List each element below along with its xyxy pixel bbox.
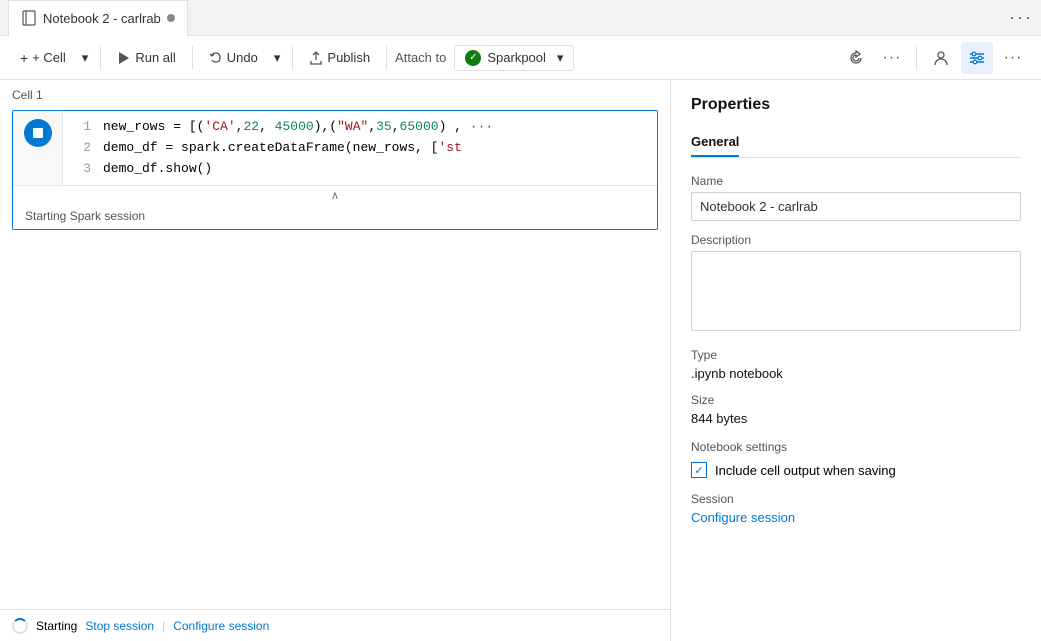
title-bar: Notebook 2 - carlrab ··· — [0, 0, 1041, 36]
checkbox-label: Include cell output when saving — [715, 463, 896, 478]
cell-dropdown-button[interactable]: ▾ — [78, 46, 93, 70]
run-all-icon — [117, 51, 131, 65]
publish-label: Publish — [327, 50, 370, 65]
publish-icon — [309, 51, 323, 65]
publish-button[interactable]: Publish — [301, 46, 378, 69]
type-label: Type — [691, 348, 1021, 362]
sep1 — [100, 46, 101, 70]
cell-gutter: 1 new_rows = [('CA',22, 45000),("WA",35,… — [13, 111, 657, 185]
refresh-icon — [848, 50, 864, 66]
name-input[interactable] — [691, 192, 1021, 221]
sparkpool-label: Sparkpool — [487, 50, 546, 65]
user-icon-button[interactable] — [925, 42, 957, 74]
cell-chevron-icon: ▾ — [82, 50, 89, 66]
main-area: Cell 1 1 new_rows = [('CA',22, 45000),("… — [0, 80, 1041, 641]
notebook-area: Cell 1 1 new_rows = [('CA',22, 45000),("… — [0, 80, 671, 641]
sep2 — [192, 46, 193, 70]
panel-tabs: General — [691, 128, 1021, 158]
undo-button[interactable]: Undo — [201, 46, 266, 69]
configure-session-link[interactable]: Configure session — [691, 510, 795, 525]
name-label: Name — [691, 174, 1021, 188]
stop-session-link[interactable]: Stop session — [85, 619, 154, 633]
cell-container: 1 new_rows = [('CA',22, 45000),("WA",35,… — [12, 110, 658, 230]
undo-label: Undo — [227, 50, 258, 65]
unsaved-dot — [167, 14, 175, 22]
undo-icon — [209, 51, 223, 65]
size-value: 844 bytes — [691, 411, 1021, 426]
sparkpool-chevron-icon: ▾ — [557, 50, 564, 66]
loading-spinner — [12, 618, 28, 634]
code-line-3: 3 demo_df.show() — [75, 159, 645, 180]
toolbar: + + Cell ▾ Run all Undo ▾ Publish Attach… — [0, 36, 1041, 80]
sep4 — [386, 46, 387, 70]
session-status-text: Starting Spark session — [25, 209, 145, 223]
properties-panel: Properties General Name Description Type… — [671, 80, 1041, 641]
description-input[interactable] — [691, 251, 1021, 331]
cell-collapse-bar[interactable]: ∧ — [13, 185, 657, 205]
configure-session-link-bottom[interactable]: Configure session — [173, 619, 269, 633]
overflow-menu-button[interactable]: ··· — [997, 42, 1029, 74]
cell-status: Starting Spark session — [13, 205, 657, 229]
code-line-1: 1 new_rows = [('CA',22, 45000),("WA",35,… — [75, 117, 645, 138]
more-icon: ··· — [883, 49, 902, 67]
notebook-icon — [21, 10, 37, 26]
spark-status-icon — [465, 50, 481, 66]
run-all-button[interactable]: Run all — [109, 46, 183, 69]
status-bar: Starting Stop session | Configure sessio… — [0, 609, 670, 641]
starting-text: Starting — [36, 619, 77, 633]
user-icon — [931, 48, 951, 68]
plus-icon: + — [20, 50, 28, 66]
sep5 — [916, 46, 917, 70]
add-cell-button[interactable]: + + Cell — [12, 46, 74, 70]
collapse-icon: ∧ — [331, 190, 339, 202]
attach-to-label: Attach to — [395, 50, 446, 65]
run-btn-area — [13, 111, 63, 185]
settings-panel-button[interactable] — [961, 42, 993, 74]
code-editor[interactable]: 1 new_rows = [('CA',22, 45000),("WA",35,… — [63, 111, 657, 185]
checkbox-row: Include cell output when saving — [691, 462, 1021, 478]
code-line-2: 2 demo_df = spark.createDataFrame(new_ro… — [75, 138, 645, 159]
type-value: .ipynb notebook — [691, 366, 1021, 381]
stop-icon — [33, 128, 43, 138]
overflow-icon: ··· — [1004, 49, 1023, 67]
tab-general-label: General — [691, 134, 739, 149]
refresh-button[interactable] — [840, 42, 872, 74]
toolbar-right: ··· ··· — [840, 42, 1029, 74]
cell-output-checkbox[interactable] — [691, 462, 707, 478]
notebook-settings-label: Notebook settings — [691, 440, 1021, 454]
panel-title: Properties — [691, 96, 1021, 114]
stop-cell-button[interactable] — [24, 119, 52, 147]
cell-label: Cell 1 — [0, 80, 670, 110]
sep3 — [292, 46, 293, 70]
title-more-button[interactable]: ··· — [1009, 7, 1033, 28]
session-label: Session — [691, 492, 1021, 506]
add-cell-label: + Cell — [32, 50, 66, 65]
notebook-title: Notebook 2 - carlrab — [43, 11, 161, 26]
sparkpool-button[interactable]: Sparkpool ▾ — [454, 45, 574, 71]
more-options-button[interactable]: ··· — [876, 42, 908, 74]
undo-dropdown-button[interactable]: ▾ — [270, 46, 285, 70]
description-label: Description — [691, 233, 1021, 247]
undo-chevron-icon: ▾ — [274, 50, 281, 66]
size-label: Size — [691, 393, 1021, 407]
run-all-label: Run all — [135, 50, 175, 65]
status-separator: | — [162, 619, 165, 633]
notebook-tab[interactable]: Notebook 2 - carlrab — [8, 0, 188, 36]
tab-general[interactable]: General — [691, 128, 739, 157]
settings-icon — [968, 49, 986, 67]
